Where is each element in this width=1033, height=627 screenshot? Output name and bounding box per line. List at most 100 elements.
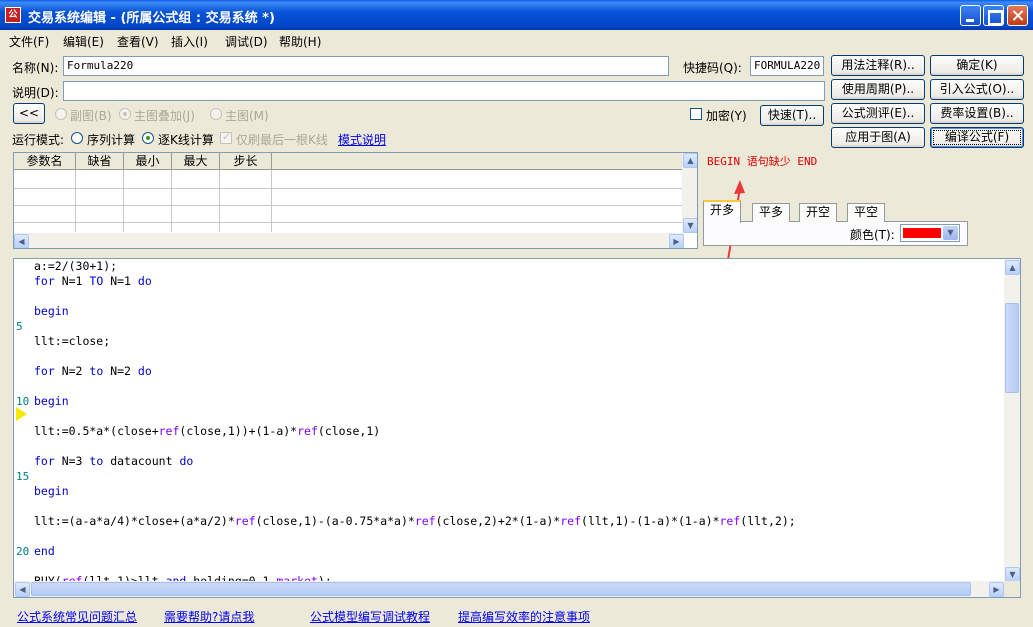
menu-help[interactable]: 帮助(H) [279,33,321,50]
tab-close-long[interactable]: 平多 [752,203,791,222]
scroll-right-icon[interactable]: ▶ [989,582,1004,597]
per-bar-radio[interactable] [142,132,154,144]
grid-line [14,188,684,189]
per-bar-label: 逐K线计算 [158,133,214,147]
evaluate-button[interactable]: 公式测评(E).. [831,103,925,124]
code-line: begin [34,304,69,318]
menu-bar: 文件(F) 编辑(E) 查看(V) 插入(I) 调试(D) 帮助(H) [0,30,1033,50]
col-step: 步长 [220,153,272,170]
sequence-label: 序列计算 [87,133,136,147]
menu-insert[interactable]: 插入(I) [171,33,208,50]
grid-line [219,170,220,232]
color-swatch [903,228,941,238]
tab-open-long[interactable]: 开多 [703,200,742,223]
code-line: for N=2 to N=2 do [34,364,152,378]
grid-line [14,222,684,223]
hotkey-input[interactable]: FORMULA220 [750,56,824,76]
col-default: 缺省 [76,153,124,170]
collapse-button[interactable]: << [13,103,45,124]
scroll-left-icon[interactable]: ◀ [15,582,30,597]
minimize-button[interactable] [960,5,981,26]
code-line: a:=2/(30+1); [34,259,118,273]
encrypt-label: 加密(Y) [706,109,747,123]
scroll-down-icon[interactable]: ▼ [1005,567,1020,582]
parameter-table[interactable]: 参数名 缺省 最小 最大 步长 ▲ ▼ ◀ ▶ [13,152,698,249]
color-label: 颜色(T): [850,228,895,242]
compile-button[interactable]: 编译公式(F) [930,127,1024,148]
grid-line [123,170,124,232]
main-chart-label: 主图(M) [225,109,269,123]
sequence-radio[interactable] [71,132,83,144]
main-chart-radio[interactable] [210,108,222,120]
code-line: for N=1 TO N=1 do [34,274,152,288]
name-label: 名称(N): [12,61,59,75]
vscroll-thumb[interactable] [1005,303,1019,393]
fee-settings-button[interactable]: 费率设置(B).. [930,103,1024,124]
scroll-down-icon[interactable]: ▼ [683,218,697,233]
grid-line [171,170,172,232]
desc-label: 说明(D): [12,86,59,100]
scroll-up-icon[interactable]: ▲ [1005,260,1020,275]
menu-edit[interactable]: 编辑(E) [63,33,104,50]
editor-vscroll[interactable]: ▲ ▼ [1004,259,1020,583]
title-bar: 公 交易系统编辑 - (所属公式组 : 交易系统 *) [0,0,1033,30]
scroll-up-icon[interactable]: ▲ [683,153,697,168]
parameter-table-header: 参数名 缺省 最小 最大 步长 [14,153,684,170]
tutorial-link[interactable]: 公式模型编写调试教程 [310,608,430,625]
param-hscroll[interactable]: ◀ ▶ [14,233,684,248]
code-text-area[interactable]: a:=2/(30+1); for N=1 TO N=1 do begin llt:=c… [14,259,1006,583]
sub-chart-label: 副图(B) [70,109,112,123]
editor-hscroll[interactable]: ◀ ▶ [14,581,1006,597]
last-bar-checkbox[interactable] [220,130,232,144]
efficiency-tips-link[interactable]: 提高编写效率的注意事项 [458,608,590,625]
code-line: begin [34,394,69,408]
help-link[interactable]: 需要帮助?请点我 [164,608,254,625]
grid-line [75,170,76,232]
fast-button[interactable]: 快速(T).. [760,105,824,126]
tab-open-short[interactable]: 开空 [799,203,838,222]
param-vscroll[interactable]: ▲ ▼ [682,153,697,233]
encrypt-checkbox[interactable] [690,108,702,120]
hscroll-thumb[interactable] [31,582,971,596]
desc-input[interactable] [63,81,825,101]
code-editor[interactable]: a:=2/(30+1); for N=1 TO N=1 do begin llt:=c… [13,258,1021,598]
sub-chart-radio[interactable] [55,108,67,120]
code-line: llt:=close; [34,334,111,348]
faq-link[interactable]: 公式系统常见问题汇总 [17,608,137,625]
col-param-name: 参数名 [14,153,76,170]
line-number: 15 [16,470,30,483]
line-number: 20 [16,545,30,558]
mode-help-link[interactable]: 模式说明 [338,131,386,148]
run-mode-label: 运行模式: [12,133,65,147]
col-max: 最大 [172,153,220,170]
grid-line [271,170,272,232]
overlay-label: 主图叠加(J) [134,109,195,123]
apply-to-chart-button[interactable]: 应用于图(A) [831,127,925,148]
menu-debug[interactable]: 调试(D) [225,33,268,50]
hotkey-label: 快捷码(Q): [683,61,742,75]
scroll-corner [1004,581,1020,597]
current-line-arrow-icon [16,407,27,421]
import-formula-button[interactable]: 引入公式(O).. [930,79,1024,100]
code-line: for N=3 to datacount do [34,454,194,468]
chevron-down-icon[interactable]: ▼ [943,226,958,240]
period-button[interactable]: 使用周期(P).. [831,79,925,100]
maximize-button[interactable] [983,5,1004,26]
last-bar-label: 仅刷最后一根K线 [236,133,328,147]
overlay-radio[interactable] [119,108,131,120]
close-button[interactable] [1007,5,1028,26]
col-min: 最小 [124,153,172,170]
scroll-left-icon[interactable]: ◀ [14,234,29,248]
ok-button[interactable]: 确定(K) [930,55,1024,76]
scroll-right-icon[interactable]: ▶ [669,234,684,248]
color-select[interactable]: ▼ [900,224,960,242]
tab-close-short[interactable]: 平空 [847,203,886,222]
compile-error-message: BEGIN 语句缺少 END [707,155,818,168]
window-title: 交易系统编辑 - (所属公式组 : 交易系统 *) [28,11,275,26]
menu-file[interactable]: 文件(F) [9,33,49,50]
menu-view[interactable]: 查看(V) [117,33,159,50]
name-input[interactable]: Formula220 [63,56,669,76]
code-line: end [34,544,55,558]
usage-note-button[interactable]: 用法注释(R).. [831,55,925,76]
code-line: llt:=(a-a*a/4)*close+(a*a/2)*ref(close,1… [34,514,796,528]
